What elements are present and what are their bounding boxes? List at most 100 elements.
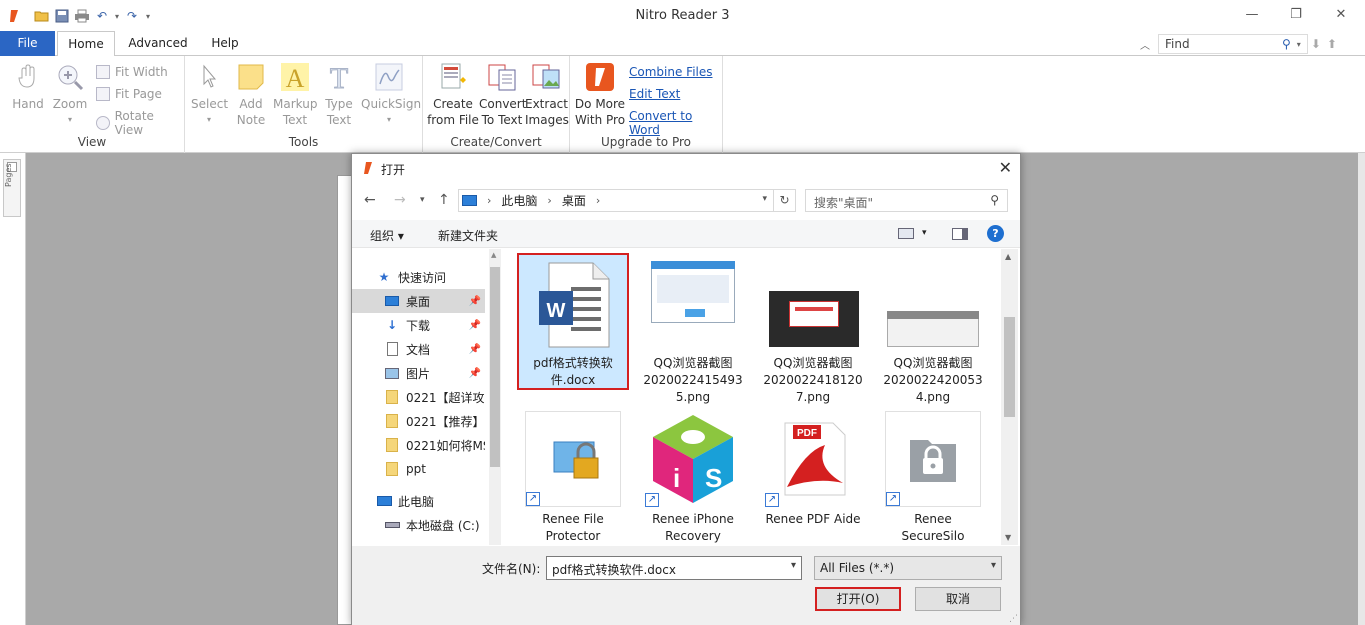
screenshot-thumb-1 <box>645 255 741 351</box>
find-next-icon[interactable]: ⬇ <box>1311 37 1321 51</box>
convert-to-text-button[interactable]: Convert To Text <box>479 62 526 128</box>
dialog-close-icon[interactable]: ✕ <box>999 158 1012 177</box>
desktop-icon <box>384 294 400 308</box>
fit-page-button[interactable]: Fit Page <box>96 87 162 101</box>
workspace-scrollbar[interactable] <box>1358 153 1365 625</box>
file-item[interactable]: ↗ Renee File Protector <box>517 411 629 545</box>
drive-icon <box>384 518 400 532</box>
file-pane-scroll-thumb[interactable] <box>1004 317 1015 417</box>
close-icon[interactable]: ✕ <box>1331 6 1351 24</box>
minimize-icon[interactable]: — <box>1242 6 1262 24</box>
preview-pane-icon[interactable] <box>952 228 968 240</box>
nav-item-folder[interactable]: ppt <box>352 457 485 481</box>
nav-item-quick-access[interactable]: ★ 快速访问 <box>376 265 489 289</box>
nav-item-folder[interactable]: 0221【推荐】五 <box>352 409 485 433</box>
file-item[interactable]: i S ↗ Renee iPhone Recovery <box>637 411 749 545</box>
file-name-line: pdf格式转换软 <box>533 356 613 370</box>
nav-item-downloads[interactable]: ↓ 下载 📌 <box>352 313 485 337</box>
filename-input[interactable]: pdf格式转换软件.docx ▾ <box>546 556 802 580</box>
file-type-select[interactable]: All Files (*.*) ▾ <box>814 556 1002 580</box>
add-note-button[interactable]: Add Note <box>233 62 269 128</box>
breadcrumb-separator-icon: › <box>595 194 601 207</box>
filename-dropdown-icon[interactable]: ▾ <box>791 560 796 571</box>
recent-locations-icon[interactable]: ▾ <box>420 195 425 205</box>
file-type-dropdown-icon[interactable]: ▾ <box>991 560 996 571</box>
collapse-ribbon-icon[interactable]: ︿ <box>1140 37 1150 52</box>
breadcrumb-desktop[interactable]: 桌面 <box>562 192 586 209</box>
file-item[interactable]: QQ浏览器截图 2020022420053 4.png <box>877 255 989 406</box>
type-text-button[interactable]: T Type Text <box>321 62 357 128</box>
create-from-file-button[interactable]: Create from File <box>427 62 479 128</box>
up-arrow-icon[interactable]: ↑ <box>438 192 450 208</box>
nav-item-folder[interactable]: 0221【超详攻略 <box>352 385 485 409</box>
search-input[interactable]: 搜索"桌面" <box>814 196 873 210</box>
quicksign-dropdown-icon: ▾ <box>386 115 391 124</box>
file-item[interactable]: QQ浏览器截图 2020022415493 5.png <box>637 255 749 406</box>
new-folder-button[interactable]: 新建文件夹 <box>438 227 498 244</box>
combine-files-link[interactable]: Combine Files <box>629 65 713 79</box>
svg-text:i: i <box>673 463 680 493</box>
title-bar: ↶ ▾ ↷ ▾ Nitro Reader 3 — ❐ ✕ <box>0 0 1365 31</box>
resize-grip-icon[interactable]: ⋰ <box>1009 614 1018 624</box>
zoom-button[interactable]: Zoom ▾ <box>52 62 88 128</box>
cancel-button[interactable]: 取消 <box>915 587 1001 611</box>
file-item[interactable]: PDF ↗ Renee PDF Aide <box>757 411 869 528</box>
hand-button[interactable]: Hand <box>10 62 46 112</box>
organize-button[interactable]: 组织 ▾ <box>370 227 404 244</box>
nav-item-this-pc[interactable]: 此电脑 <box>376 489 489 513</box>
select-button[interactable]: Select ▾ <box>191 62 228 128</box>
markup-text-icon: A <box>281 63 309 92</box>
find-search-icon[interactable]: ⚲ <box>1282 37 1291 51</box>
refresh-icon[interactable]: ↻ <box>773 190 795 211</box>
extract-images-button[interactable]: Extract Images <box>525 62 569 128</box>
file-item[interactable]: W pdf格式转换软 件.docx <box>517 253 629 390</box>
nav-pane-scrollbar[interactable]: ▲ <box>489 249 501 545</box>
tab-advanced[interactable]: Advanced <box>123 31 193 56</box>
breadcrumb-this-pc[interactable]: 此电脑 <box>501 192 537 209</box>
upgrade-group: Do More With Pro Combine Files Edit Text… <box>570 56 723 153</box>
tab-home[interactable]: Home <box>57 31 115 57</box>
edit-text-link[interactable]: Edit Text <box>629 87 680 101</box>
quicksign-icon <box>375 63 403 91</box>
quicksign-button[interactable]: QuickSign ▾ <box>361 62 421 128</box>
search-icon[interactable]: ⚲ <box>990 193 999 207</box>
markup-text-button[interactable]: A Markup Text <box>273 62 317 128</box>
fit-width-icon <box>96 65 110 79</box>
nav-pane-scroll-thumb[interactable] <box>490 267 500 467</box>
search-box[interactable]: 搜索"桌面" ⚲ <box>805 189 1008 212</box>
nav-item-folder[interactable]: 0221如何将MS <box>352 433 485 457</box>
file-item[interactable]: QQ浏览器截图 2020022418120 7.png <box>757 255 869 406</box>
scroll-up-icon[interactable]: ▲ <box>491 251 496 259</box>
restore-icon[interactable]: ❐ <box>1286 6 1306 24</box>
scroll-down-icon[interactable]: ▼ <box>1005 533 1011 542</box>
nav-item-local-disk[interactable]: 本地磁盘 (C:) <box>352 513 485 537</box>
address-dropdown-icon[interactable]: ▾ <box>762 194 767 204</box>
file-item[interactable]: ↗ Renee SecureSilo <box>877 411 989 545</box>
do-more-with-pro-button[interactable]: Do More With Pro <box>574 62 626 128</box>
view-mode-icon[interactable] <box>898 228 914 239</box>
file-pane-scrollbar[interactable]: ▲ ▼ <box>1001 249 1018 545</box>
nav-item-documents[interactable]: 文档 📌 <box>352 337 485 361</box>
view-mode-dropdown-icon[interactable]: ▾ <box>922 228 927 238</box>
dialog-title: 打开 <box>381 163 406 177</box>
pages-tab-label: Pages <box>4 163 13 187</box>
open-button[interactable]: 打开(O) <box>815 587 901 611</box>
forward-arrow-icon[interactable]: → <box>394 192 406 208</box>
find-previous-icon[interactable]: ⬆ <box>1327 37 1337 51</box>
rotate-view-button[interactable]: Rotate View <box>96 109 184 137</box>
upgrade-group-label: Upgrade to Pro <box>600 135 692 149</box>
nav-item-desktop[interactable]: 桌面 📌 <box>352 289 485 313</box>
convert-to-word-link[interactable]: Convert to Word <box>629 109 722 137</box>
nav-item-pictures[interactable]: 图片 📌 <box>352 361 485 385</box>
renee-file-protector-icon: ↗ <box>525 411 621 507</box>
breadcrumb-separator-icon: › <box>547 194 552 207</box>
back-arrow-icon[interactable]: ← <box>364 192 376 208</box>
select-dropdown-icon: ▾ <box>206 115 211 124</box>
find-options-icon[interactable]: ▾ <box>1297 40 1301 49</box>
address-bar[interactable]: › 此电脑 › 桌面 › ▾ ↻ <box>458 189 796 212</box>
scroll-up-icon[interactable]: ▲ <box>1005 252 1011 261</box>
help-icon[interactable]: ? <box>987 225 1004 242</box>
fit-width-button[interactable]: Fit Width <box>96 65 168 79</box>
tab-help[interactable]: Help <box>200 31 250 56</box>
tab-file[interactable]: File <box>0 31 55 56</box>
